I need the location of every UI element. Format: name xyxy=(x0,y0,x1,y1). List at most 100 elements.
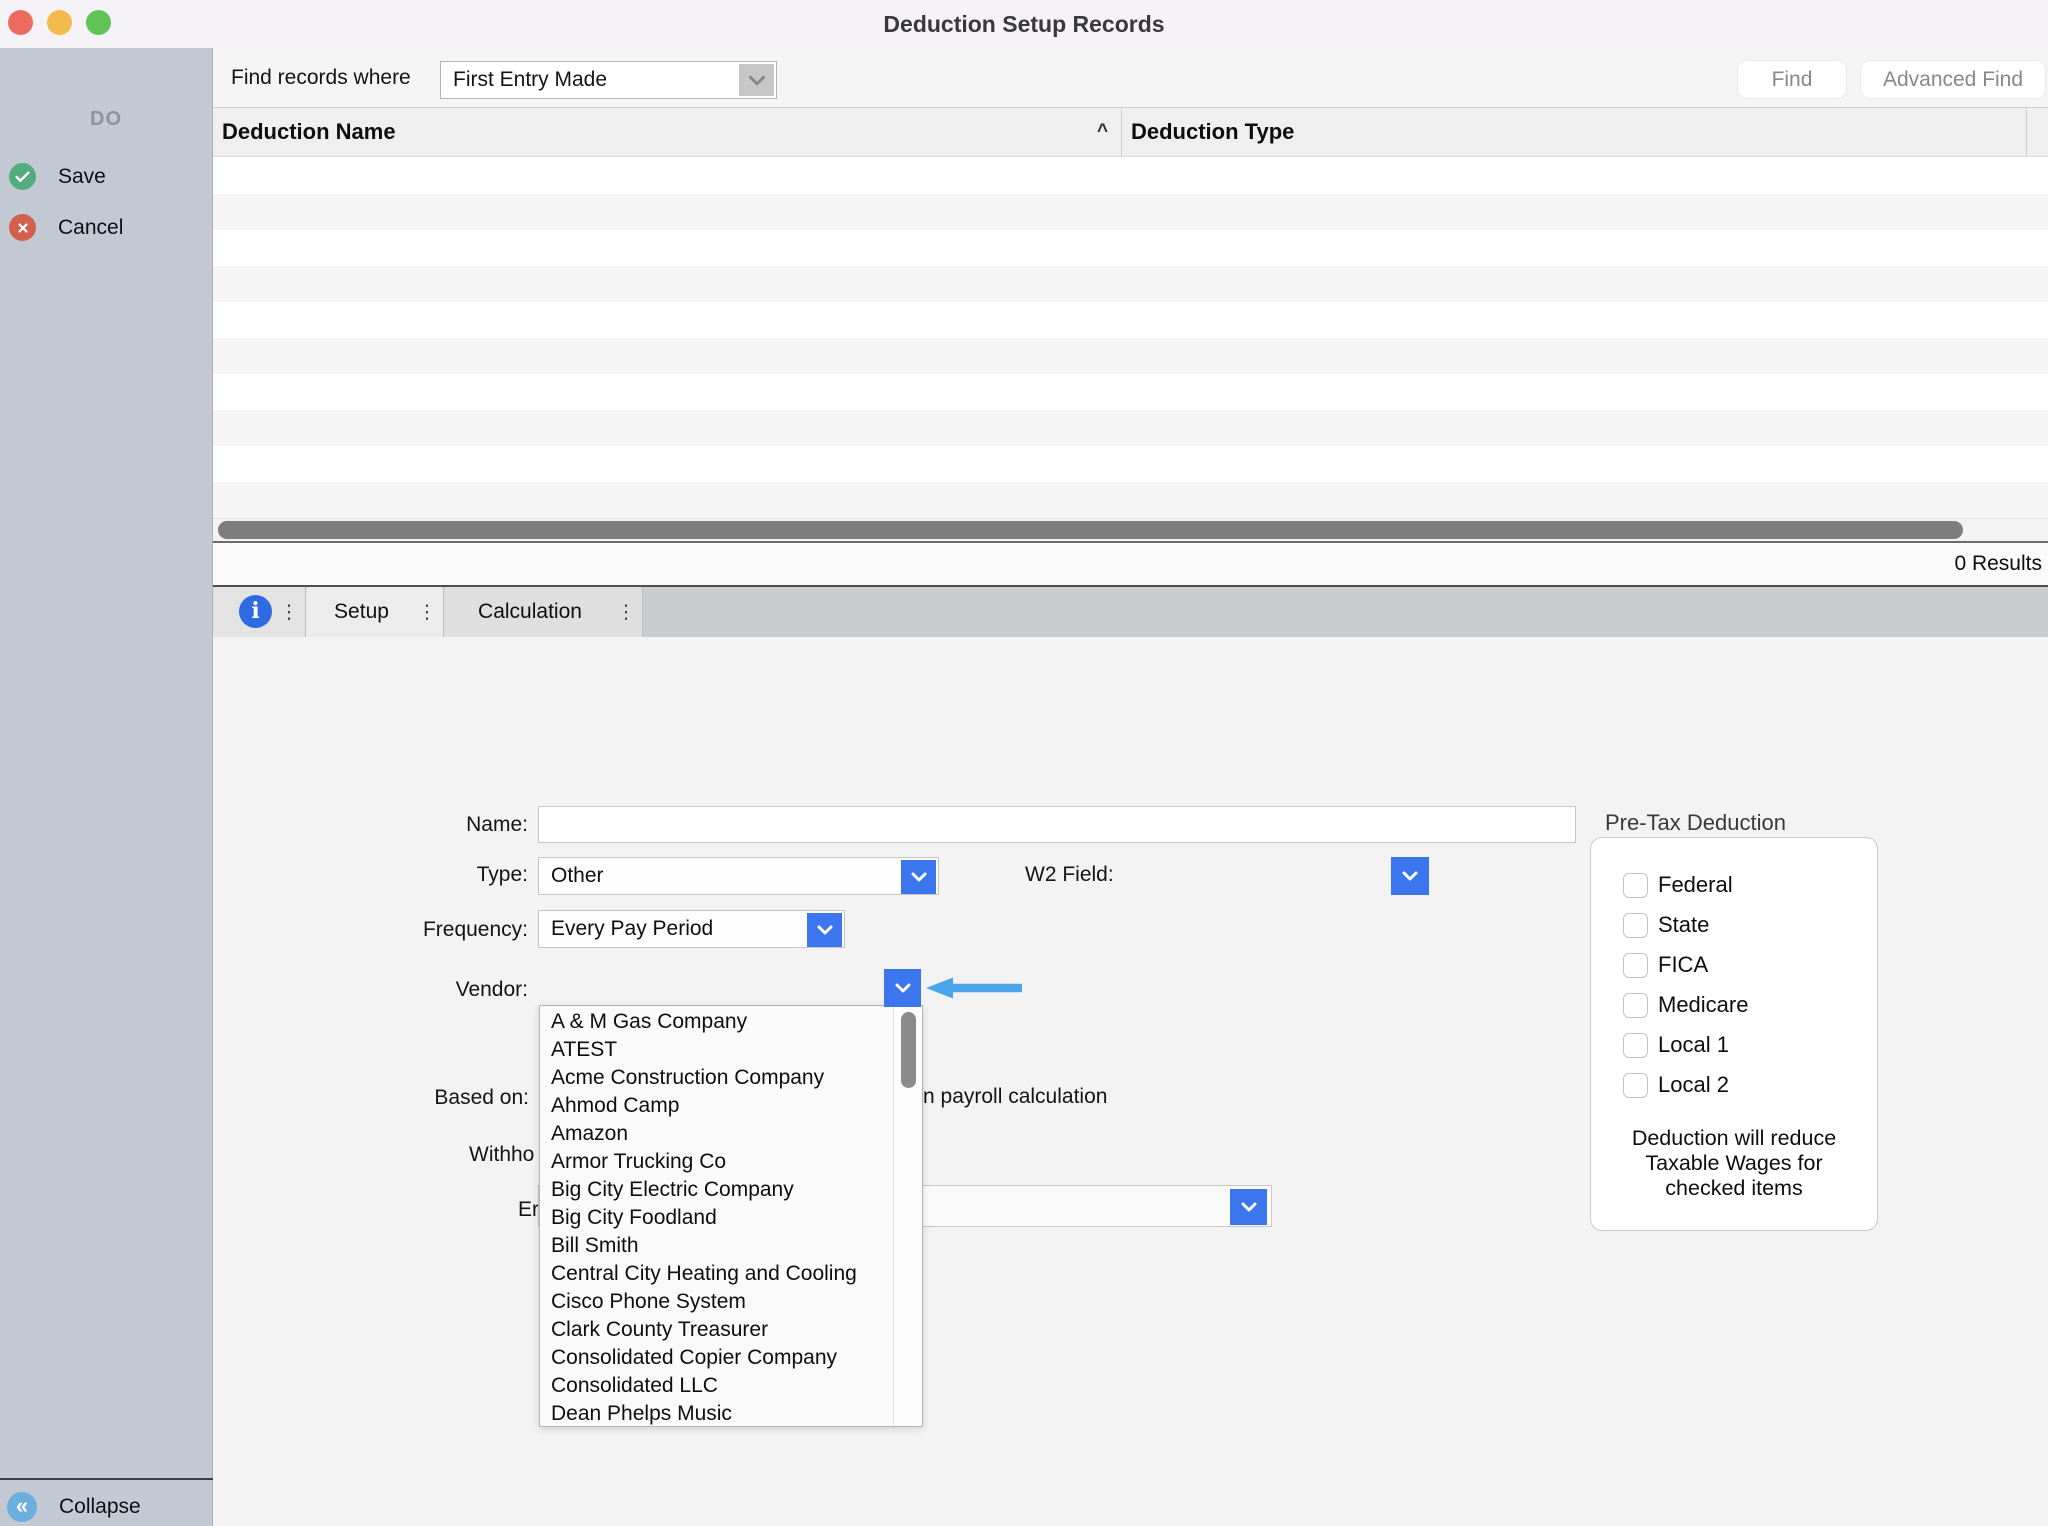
tab-info[interactable]: i ⋮ xyxy=(213,587,306,637)
horizontal-scrollbar-thumb[interactable] xyxy=(218,521,1963,539)
type-select[interactable]: Other xyxy=(538,857,939,895)
save-button[interactable]: Save xyxy=(9,163,106,190)
pretax-note-line: checked items xyxy=(1601,1176,1867,1201)
cancel-label: Cancel xyxy=(58,216,123,240)
table-row[interactable] xyxy=(213,338,2048,374)
chevron-down-icon xyxy=(739,64,774,96)
vendor-option[interactable]: Acme Construction Company xyxy=(540,1064,893,1092)
name-input[interactable] xyxy=(538,806,1576,843)
horizontal-scrollbar[interactable] xyxy=(213,518,2048,541)
table-row[interactable] xyxy=(213,374,2048,410)
pretax-deduction-panel: Federal State FICA Medicare Local 1 Loca… xyxy=(1590,837,1878,1231)
tab-setup-label: Setup xyxy=(306,600,417,624)
deduction-setup-window: Deduction Setup Records DO Save Cancel «… xyxy=(0,0,2048,1526)
table-row[interactable] xyxy=(213,158,2048,194)
find-button-label: Find xyxy=(1772,68,1813,92)
find-button[interactable]: Find xyxy=(1737,60,1847,99)
checkbox-local1[interactable] xyxy=(1623,1033,1648,1058)
checkbox-label-federal: Federal xyxy=(1658,872,1733,898)
pretax-note-line: Taxable Wages for xyxy=(1601,1151,1867,1176)
vendor-option[interactable]: Central City Heating and Cooling xyxy=(540,1260,893,1288)
vendor-option[interactable]: Big City Electric Company xyxy=(540,1176,893,1204)
vendor-dropdown-list: A & M Gas Company ATEST Acme Constructio… xyxy=(539,1005,923,1427)
vendor-option[interactable]: Cisco Phone System xyxy=(540,1288,893,1316)
based-on-option-text: n payroll calculation xyxy=(923,1084,1107,1110)
employee-label: Er xyxy=(518,1198,539,1222)
save-label: Save xyxy=(58,165,106,189)
table-row[interactable] xyxy=(213,266,2048,302)
checkbox-label-local1: Local 1 xyxy=(1658,1032,1729,1058)
table-row[interactable] xyxy=(213,194,2048,230)
save-check-icon xyxy=(9,163,36,190)
vendor-option[interactable]: ATEST xyxy=(540,1036,893,1064)
collapse-sidebar-button[interactable]: « Collapse xyxy=(7,1492,141,1522)
checkbox-label-local2: Local 2 xyxy=(1658,1072,1729,1098)
title-bar: Deduction Setup Records xyxy=(0,0,2048,49)
w2-field-dropdown-button[interactable] xyxy=(1391,857,1429,895)
tab-calculation-label: Calculation xyxy=(444,600,616,624)
find-records-where-label: Find records where xyxy=(231,48,411,107)
find-bar: Find records where First Entry Made Find… xyxy=(213,48,2048,107)
type-label: Type: xyxy=(368,863,528,887)
checkbox-state[interactable] xyxy=(1623,913,1648,938)
frequency-select[interactable]: Every Pay Period xyxy=(538,910,845,948)
info-icon: i xyxy=(239,595,272,628)
column-divider xyxy=(2026,108,2027,157)
chevron-down-icon[interactable] xyxy=(1230,1189,1267,1225)
type-selected-value: Other xyxy=(551,858,604,894)
chevron-down-icon[interactable] xyxy=(901,860,936,894)
pretax-deduction-title: Pre-Tax Deduction xyxy=(1605,810,1786,836)
pretax-note: Deduction will reduce Taxable Wages for … xyxy=(1601,1126,1867,1201)
tab-calculation[interactable]: Calculation ⋮ xyxy=(444,587,643,637)
column-header-deduction-type[interactable]: Deduction Type xyxy=(1131,108,1294,156)
vendor-option[interactable]: Bill Smith xyxy=(540,1232,893,1260)
table-row[interactable] xyxy=(213,302,2048,338)
vendor-option[interactable]: Clark County Treasurer xyxy=(540,1316,893,1344)
window-title: Deduction Setup Records xyxy=(0,0,2048,48)
advanced-find-button-label: Advanced Find xyxy=(1883,68,2023,92)
column-divider xyxy=(1121,108,1122,157)
sort-ascending-icon: ^ xyxy=(1097,108,1108,156)
vertical-scrollbar[interactable] xyxy=(893,1006,922,1426)
vendor-option[interactable]: Consolidated LLC xyxy=(540,1372,893,1400)
frequency-selected-value: Every Pay Period xyxy=(551,911,713,947)
cancel-x-icon xyxy=(9,214,36,241)
vendor-label: Vendor: xyxy=(368,978,528,1002)
vendor-option[interactable]: Ahmod Camp xyxy=(540,1092,893,1120)
vendor-option[interactable]: Dean Phelps Music xyxy=(540,1400,893,1428)
tab-setup[interactable]: Setup ⋮ xyxy=(306,587,444,637)
vendor-option[interactable]: A & M Gas Company xyxy=(540,1008,893,1036)
find-field-select[interactable]: First Entry Made xyxy=(440,61,777,99)
checkbox-medicare[interactable] xyxy=(1623,993,1648,1018)
checkbox-federal[interactable] xyxy=(1623,873,1648,898)
pretax-note-line: Deduction will reduce xyxy=(1601,1126,1867,1151)
table-row[interactable] xyxy=(213,230,2048,266)
vendor-option[interactable]: Armor Trucking Co xyxy=(540,1148,893,1176)
tab-drag-handle-icon[interactable]: ⋮ xyxy=(616,601,642,624)
vendor-dropdown-button[interactable] xyxy=(884,969,921,1007)
tab-drag-handle-icon[interactable]: ⋮ xyxy=(279,601,305,624)
cancel-button[interactable]: Cancel xyxy=(9,214,123,241)
column-header-deduction-name[interactable]: Deduction Name xyxy=(222,108,396,156)
vendor-option[interactable]: Consolidated Copier Company xyxy=(540,1344,893,1372)
table-row[interactable] xyxy=(213,446,2048,482)
frequency-label: Frequency: xyxy=(368,918,528,942)
chevron-down-icon[interactable] xyxy=(807,913,842,947)
vendor-options: A & M Gas Company ATEST Acme Constructio… xyxy=(540,1008,893,1428)
vertical-scrollbar-thumb[interactable] xyxy=(901,1012,916,1088)
checkbox-label-state: State xyxy=(1658,912,1709,938)
vendor-option[interactable]: Big City Foodland xyxy=(540,1204,893,1232)
checkbox-fica[interactable] xyxy=(1623,953,1648,978)
vendor-option[interactable]: Amazon xyxy=(540,1120,893,1148)
table-row[interactable] xyxy=(213,482,2048,518)
checkbox-label-medicare: Medicare xyxy=(1658,992,1748,1018)
name-label: Name: xyxy=(368,813,528,837)
advanced-find-button[interactable]: Advanced Find xyxy=(1860,60,2046,99)
checkbox-local2[interactable] xyxy=(1623,1073,1648,1098)
results-count: 0 Results xyxy=(1954,543,2042,585)
table-row[interactable] xyxy=(213,410,2048,446)
results-strip: 0 Results xyxy=(213,543,2048,585)
sidebar-divider xyxy=(0,1478,213,1480)
w2-field-label: W2 Field: xyxy=(1025,863,1114,887)
tab-drag-handle-icon[interactable]: ⋮ xyxy=(417,601,443,624)
